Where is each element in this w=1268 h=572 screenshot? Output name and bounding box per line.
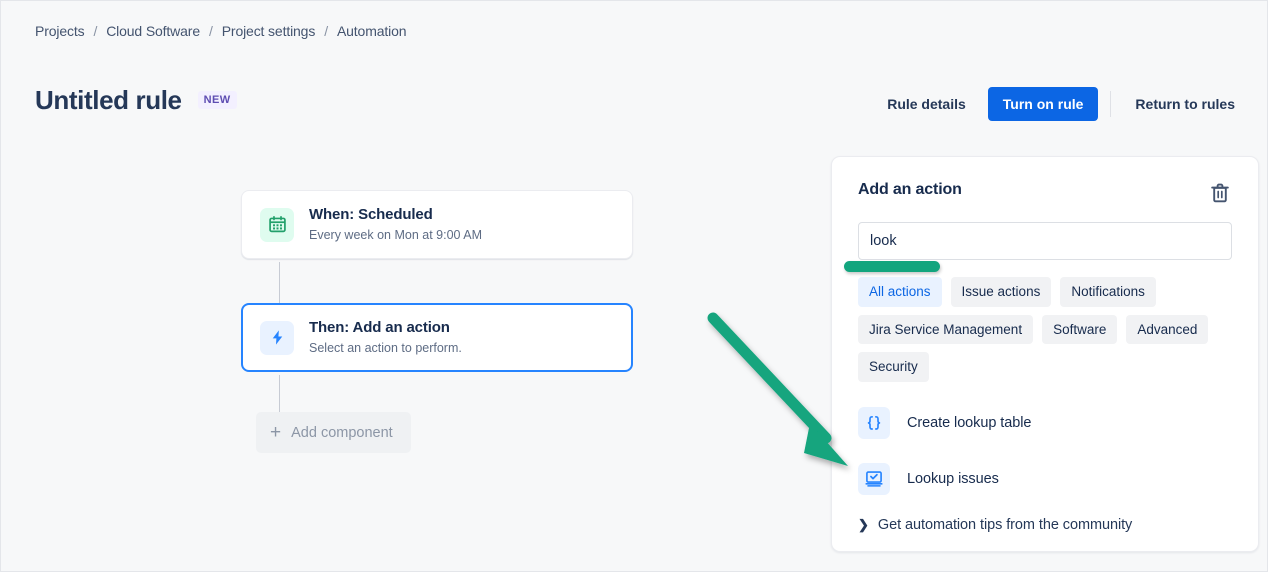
chip-advanced[interactable]: Advanced [1126, 314, 1209, 345]
flow-card-text: When: Scheduled Every week on Mon at 9:0… [309, 206, 482, 243]
turn-on-rule-button[interactable]: Turn on rule [987, 87, 1099, 121]
plus-icon: + [270, 422, 282, 443]
curly-braces-icon [858, 406, 890, 439]
flow-card-when[interactable]: When: Scheduled Every week on Mon at 9:0… [241, 190, 633, 259]
action-category-chips: All actions Issue actions Notifications … [858, 277, 1232, 382]
rule-flow-canvas: When: Scheduled Every week on Mon at 9:0… [241, 190, 633, 453]
lookup-issues-icon [858, 462, 890, 495]
calendar-icon [260, 207, 294, 242]
add-component-label: Add component [291, 424, 393, 441]
chip-security[interactable]: Security [858, 352, 929, 382]
chip-notifications[interactable]: Notifications [1060, 277, 1156, 307]
add-action-panel: Add an action All actions Issue actions … [831, 156, 1259, 552]
lightning-bolt-icon [260, 320, 294, 355]
community-tips-label: Get automation tips from the community [877, 516, 1133, 533]
result-label: Lookup issues [907, 470, 999, 487]
panel-header: Add an action [858, 181, 1232, 205]
breadcrumb: Projects / Cloud Software / Project sett… [35, 23, 407, 39]
flow-card-then[interactable]: Then: Add an action Select an action to … [241, 303, 633, 372]
header-divider [1110, 91, 1112, 117]
breadcrumb-item-cloud-software[interactable]: Cloud Software [106, 23, 200, 39]
add-component-button[interactable]: + Add component [256, 412, 411, 453]
flow-card-title: When: Scheduled [309, 206, 433, 223]
flow-card-subtitle: Every week on Mon at 9:00 AM [309, 227, 483, 242]
result-item-lookup-issues[interactable]: Lookup issues [858, 457, 1232, 501]
breadcrumb-separator: / [93, 23, 98, 39]
action-results-list: Create lookup table Lookup issues [858, 401, 1232, 501]
return-to-rules-button[interactable]: Return to rules [1123, 88, 1247, 120]
result-item-create-lookup-table[interactable]: Create lookup table [858, 401, 1232, 445]
panel-title: Add an action [858, 181, 962, 198]
chevron-right-icon: ❯ [858, 517, 869, 533]
rule-details-button[interactable]: Rule details [875, 88, 978, 120]
breadcrumb-separator: / [324, 23, 328, 39]
chip-software[interactable]: Software [1042, 314, 1118, 345]
flow-connector-line [279, 262, 280, 306]
chip-issue-actions[interactable]: Issue actions [950, 277, 1052, 307]
trash-icon[interactable] [1208, 181, 1232, 205]
breadcrumb-item-project-settings[interactable]: Project settings [222, 23, 316, 39]
flow-connector-line [279, 375, 280, 415]
flow-card-title: Then: Add an action [309, 319, 450, 336]
green-highlight-underline [844, 261, 940, 272]
status-badge-new: NEW [197, 90, 237, 110]
page-title: Untitled rule [35, 85, 182, 115]
breadcrumb-item-automation[interactable]: Automation [337, 23, 407, 39]
flow-card-text: Then: Add an action Select an action to … [309, 319, 462, 356]
page-title-row: Untitled rule NEW [35, 87, 237, 113]
community-tips-link[interactable]: ❯ Get automation tips from the community [858, 513, 1132, 537]
flow-card-subtitle: Select an action to perform. [309, 340, 462, 355]
breadcrumb-separator: / [208, 23, 213, 39]
chip-jira-service-management[interactable]: Jira Service Management [858, 314, 1034, 345]
breadcrumb-item-projects[interactable]: Projects [35, 23, 85, 39]
header-actions: Rule details Turn on rule Return to rule… [875, 87, 1247, 121]
result-label: Create lookup table [907, 414, 1032, 431]
action-search-input[interactable] [858, 222, 1232, 260]
chip-all-actions[interactable]: All actions [858, 277, 942, 307]
